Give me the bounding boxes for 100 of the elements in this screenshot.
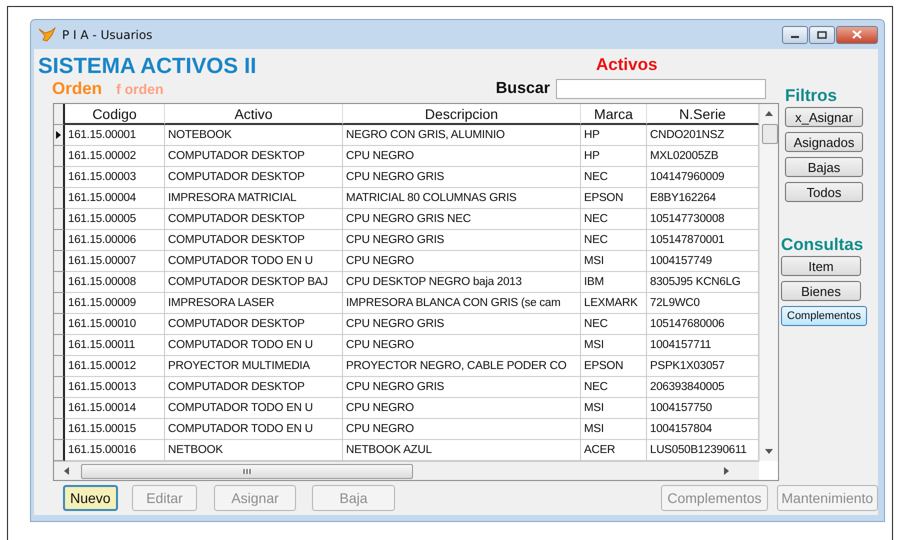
row-selector[interactable]: [54, 146, 65, 167]
query-button[interactable]: Item: [781, 256, 861, 276]
filter-button[interactable]: Bajas: [785, 157, 863, 177]
row-selector[interactable]: [54, 230, 65, 251]
window-title: P I A - Usuarios: [62, 28, 154, 42]
table-cell: MATRICIAL 80 COLUMNAS GRIS: [343, 188, 581, 209]
table-cell: CPU NEGRO GRIS: [343, 167, 581, 188]
horizontal-scrollbar[interactable]: [54, 461, 759, 480]
query-button[interactable]: Complementos: [781, 306, 867, 326]
table-cell: 161.15.00002: [65, 146, 165, 167]
close-button[interactable]: [836, 26, 878, 44]
table-cell: 161.15.00013: [65, 377, 165, 398]
table-cell: COMPUTADOR DESKTOP BAJ: [165, 272, 343, 293]
scroll-down-icon[interactable]: [765, 449, 773, 454]
table-cell: NEC: [581, 230, 647, 251]
table-cell: COMPUTADOR DESKTOP: [165, 167, 343, 188]
fox-icon: [38, 26, 56, 42]
table-cell: 161.15.00015: [65, 419, 165, 440]
table-cell: MSI: [581, 398, 647, 419]
filters-title: Filtros: [785, 85, 837, 107]
table-cell: CPU NEGRO: [343, 251, 581, 272]
row-selector[interactable]: [54, 167, 65, 188]
row-selector[interactable]: [54, 377, 65, 398]
row-selector[interactable]: [54, 272, 65, 293]
table-cell: COMPUTADOR TODO EN U: [165, 398, 343, 419]
table-cell: COMPUTADOR TODO EN U: [165, 251, 343, 272]
search-label: Buscar: [496, 80, 550, 98]
table-cell: IMPRESORA BLANCA CON GRIS (se cam: [343, 293, 581, 314]
row-selector[interactable]: [54, 419, 65, 440]
scroll-thumb[interactable]: [81, 464, 413, 478]
table-cell: NOTEBOOK: [165, 125, 343, 146]
table-cell: CPU NEGRO: [343, 419, 581, 440]
column-header[interactable]: Marca: [581, 104, 647, 125]
table-cell: CPU NEGRO GRIS: [343, 230, 581, 251]
table-cell: 161.15.00008: [65, 272, 165, 293]
row-selector[interactable]: [54, 398, 65, 419]
table-cell: CPU NEGRO GRIS: [343, 377, 581, 398]
table-cell: CPU NEGRO: [343, 398, 581, 419]
table-cell: NEGRO CON GRIS, ALUMINIO: [343, 125, 581, 146]
row-selector[interactable]: [54, 356, 65, 377]
close-icon: [852, 30, 862, 39]
table-cell: 161.15.00007: [65, 251, 165, 272]
maximize-icon: [817, 30, 827, 38]
table-cell: IMPRESORA LASER: [165, 293, 343, 314]
grip-icon: [243, 468, 251, 474]
column-header[interactable]: Descripcion: [343, 104, 581, 125]
table-cell: COMPUTADOR TODO EN U: [165, 419, 343, 440]
table-cell: COMPUTADOR DESKTOP: [165, 230, 343, 251]
scroll-thumb[interactable]: [762, 124, 778, 144]
table-cell: 161.15.00004: [65, 188, 165, 209]
row-selector[interactable]: [54, 188, 65, 209]
table-cell: PROYECTOR NEGRO, CABLE PODER CO: [343, 356, 581, 377]
app-title: SISTEMA ACTIVOS II: [38, 53, 258, 79]
table-cell: MSI: [581, 251, 647, 272]
table-cell: 161.15.00003: [65, 167, 165, 188]
minimize-button[interactable]: [782, 26, 808, 44]
column-header[interactable]: N.Serie: [647, 104, 759, 125]
row-selector[interactable]: [54, 335, 65, 356]
table-cell: 161.15.00009: [65, 293, 165, 314]
scroll-up-icon[interactable]: [765, 111, 773, 116]
action-button[interactable]: Nuevo: [63, 485, 118, 511]
row-pointer-icon: [56, 131, 61, 139]
maximize-button[interactable]: [809, 26, 835, 44]
table-cell: 161.15.00006: [65, 230, 165, 251]
table-cell: HP: [581, 125, 647, 146]
row-selector[interactable]: [54, 314, 65, 335]
table-cell: CPU DESKTOP NEGRO baja 2013: [343, 272, 581, 293]
search-field[interactable]: [556, 79, 766, 99]
table-cell: 161.15.00014: [65, 398, 165, 419]
query-button[interactable]: Bienes: [781, 281, 861, 301]
row-selector[interactable]: [54, 125, 65, 146]
order-label: Orden: [52, 79, 102, 99]
table-cell: 161.15.00001: [65, 125, 165, 146]
table-cell: HP: [581, 146, 647, 167]
column-header[interactable]: Activo: [165, 104, 343, 125]
scroll-right-icon[interactable]: [724, 467, 729, 475]
queries-title: Consultas: [781, 234, 864, 256]
vertical-scrollbar[interactable]: [759, 104, 778, 461]
table-cell: PROYECTOR MULTIMEDIA: [165, 356, 343, 377]
table-cell: NEC: [581, 314, 647, 335]
row-selector[interactable]: [54, 209, 65, 230]
table-cell: IBM: [581, 272, 647, 293]
filter-button[interactable]: Asignados: [785, 132, 863, 152]
row-selector[interactable]: [54, 440, 65, 461]
row-selector[interactable]: [54, 293, 65, 314]
table-cell: NEC: [581, 167, 647, 188]
column-header[interactable]: Codigo: [65, 104, 165, 125]
row-selector[interactable]: [54, 251, 65, 272]
table-cell: CPU NEGRO GRIS NEC: [343, 209, 581, 230]
scroll-left-icon[interactable]: [64, 467, 69, 475]
row-header: [54, 104, 65, 125]
filter-button[interactable]: Todos: [785, 182, 863, 202]
table-cell: 161.15.00011: [65, 335, 165, 356]
table-cell: EPSON: [581, 356, 647, 377]
filter-button[interactable]: x_Asignar: [785, 107, 863, 127]
table-cell: IMPRESORA MATRICIAL: [165, 188, 343, 209]
table-cell: NEC: [581, 209, 647, 230]
table-cell: 161.15.00012: [65, 356, 165, 377]
table-cell: CPU NEGRO: [343, 335, 581, 356]
table-cell: LEXMARK: [581, 293, 647, 314]
